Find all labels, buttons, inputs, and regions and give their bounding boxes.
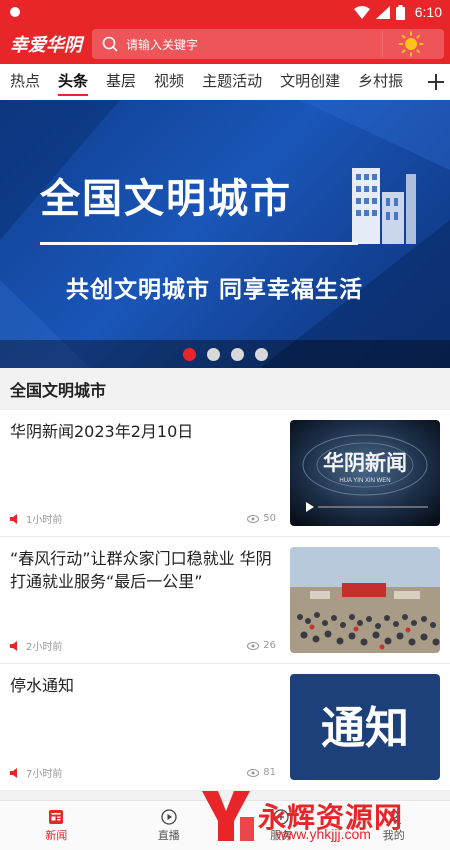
list-item[interactable]: 停水通知 7小时前 81 通知 — [0, 664, 450, 791]
nav-live[interactable]: 直播 — [113, 801, 226, 850]
tab-theme-activities[interactable]: 主题活动 — [202, 64, 262, 100]
speaker-icon — [10, 640, 17, 651]
eye-icon — [247, 768, 260, 777]
clock: 6:10 — [414, 4, 442, 20]
carousel-dot[interactable] — [182, 347, 196, 361]
carousel-dot[interactable] — [230, 347, 244, 361]
tab-grassroots[interactable]: 基层 — [106, 64, 136, 100]
news-icon — [49, 809, 64, 824]
service-icon — [273, 808, 289, 825]
tab-rural[interactable]: 乡村振 — [358, 64, 403, 100]
news-title: 华阴新闻2023年2月10日 — [10, 422, 194, 441]
news-title: “春风行动”让群众家门口稳就业 华阴打通就业服务“最后一公里” — [10, 549, 272, 591]
tab-video[interactable]: 视频 — [154, 64, 184, 100]
notification-dot-icon — [10, 7, 20, 17]
view-count: 26 — [263, 640, 276, 651]
search-placeholder: 请输入关键字 — [126, 37, 199, 52]
nav-label: 我的 — [382, 828, 405, 842]
banner-background — [0, 100, 450, 368]
speaker-icon — [10, 513, 17, 524]
status-bar: 6:10 — [0, 0, 450, 24]
battery-icon — [395, 4, 405, 20]
news-thumbnail — [290, 547, 440, 653]
signal-icon — [375, 5, 390, 19]
search-bar[interactable]: 请输入关键字 — [92, 29, 444, 59]
banner-subtitle: 共创文明城市 同享幸福生活 — [66, 277, 364, 303]
thumb-title: 华阴新闻 — [323, 451, 407, 475]
news-meta: 2小时前 26 — [10, 638, 276, 653]
app-root: 6:10 幸爱华阴 请输入关键字 热点 头条 基层 视频 主题活动 文明创建 乡… — [0, 0, 450, 850]
list-item[interactable]: 华阴新闻2023年2月10日 1小时前 50 华阴新闻 HUA YIN XIN … — [0, 410, 450, 537]
banner-carousel[interactable]: 全国文明城市 共创文明城市 同享幸福生活 — [0, 100, 450, 368]
user-icon — [386, 809, 401, 824]
search-icon — [102, 36, 118, 52]
tab-hot[interactable]: 热点 — [10, 64, 40, 100]
tab-headlines[interactable]: 头条 — [58, 64, 89, 100]
play-icon — [161, 808, 177, 825]
weather-button[interactable] — [382, 31, 438, 57]
carousel-dot[interactable] — [254, 347, 268, 361]
nav-label: 新闻 — [45, 828, 68, 842]
news-list: 华阴新闻2023年2月10日 1小时前 50 华阴新闻 HUA YIN XIN … — [0, 410, 450, 791]
list-item[interactable]: “春风行动”让群众家门口稳就业 华阴打通就业服务“最后一公里” 2小时前 26 — [0, 537, 450, 664]
plus-icon — [428, 74, 444, 90]
add-channel-button[interactable] — [422, 64, 450, 100]
nav-service[interactable]: 服务 — [225, 801, 338, 850]
news-meta: 1小时前 50 — [10, 511, 276, 526]
nav-mine[interactable]: 我的 — [338, 801, 450, 850]
view-count: 81 — [263, 767, 276, 778]
sun-icon — [398, 31, 423, 57]
news-time: 1小时前 — [26, 515, 63, 526]
speaker-icon — [10, 767, 17, 778]
eye-icon — [247, 641, 260, 650]
channel-tabs: 热点 头条 基层 视频 主题活动 文明创建 乡村振 — [0, 64, 450, 100]
app-header: 幸爱华阴 请输入关键字 — [0, 24, 450, 64]
nav-label: 直播 — [157, 828, 180, 842]
tab-civilization[interactable]: 文明创建 — [280, 64, 340, 100]
wifi-icon — [353, 5, 370, 19]
thumb-subtitle: HUA YIN XIN WEN — [339, 478, 390, 484]
building-icon — [352, 168, 416, 244]
carousel-dot[interactable] — [206, 347, 220, 361]
section-title: 全国文明城市 — [0, 368, 450, 410]
bottom-nav: 新闻 直播 服务 我的 — [0, 800, 450, 850]
news-time: 7小时前 — [26, 769, 63, 780]
news-thumbnail: 通知 — [290, 674, 440, 780]
banner-indicator — [0, 340, 450, 368]
banner-divider — [40, 242, 358, 245]
news-meta: 7小时前 81 — [10, 765, 276, 780]
eye-icon — [247, 514, 260, 523]
news-time: 2小时前 — [26, 642, 63, 653]
view-count: 50 — [263, 513, 276, 524]
news-title: 停水通知 — [10, 676, 75, 695]
banner-title: 全国文明城市 — [40, 176, 292, 222]
nav-news[interactable]: 新闻 — [0, 801, 113, 850]
app-logo: 幸爱华阴 — [10, 35, 82, 56]
news-thumbnail: 华阴新闻 HUA YIN XIN WEN — [290, 420, 440, 526]
nav-label: 服务 — [270, 828, 293, 842]
thumb-title: 通知 — [321, 703, 409, 754]
